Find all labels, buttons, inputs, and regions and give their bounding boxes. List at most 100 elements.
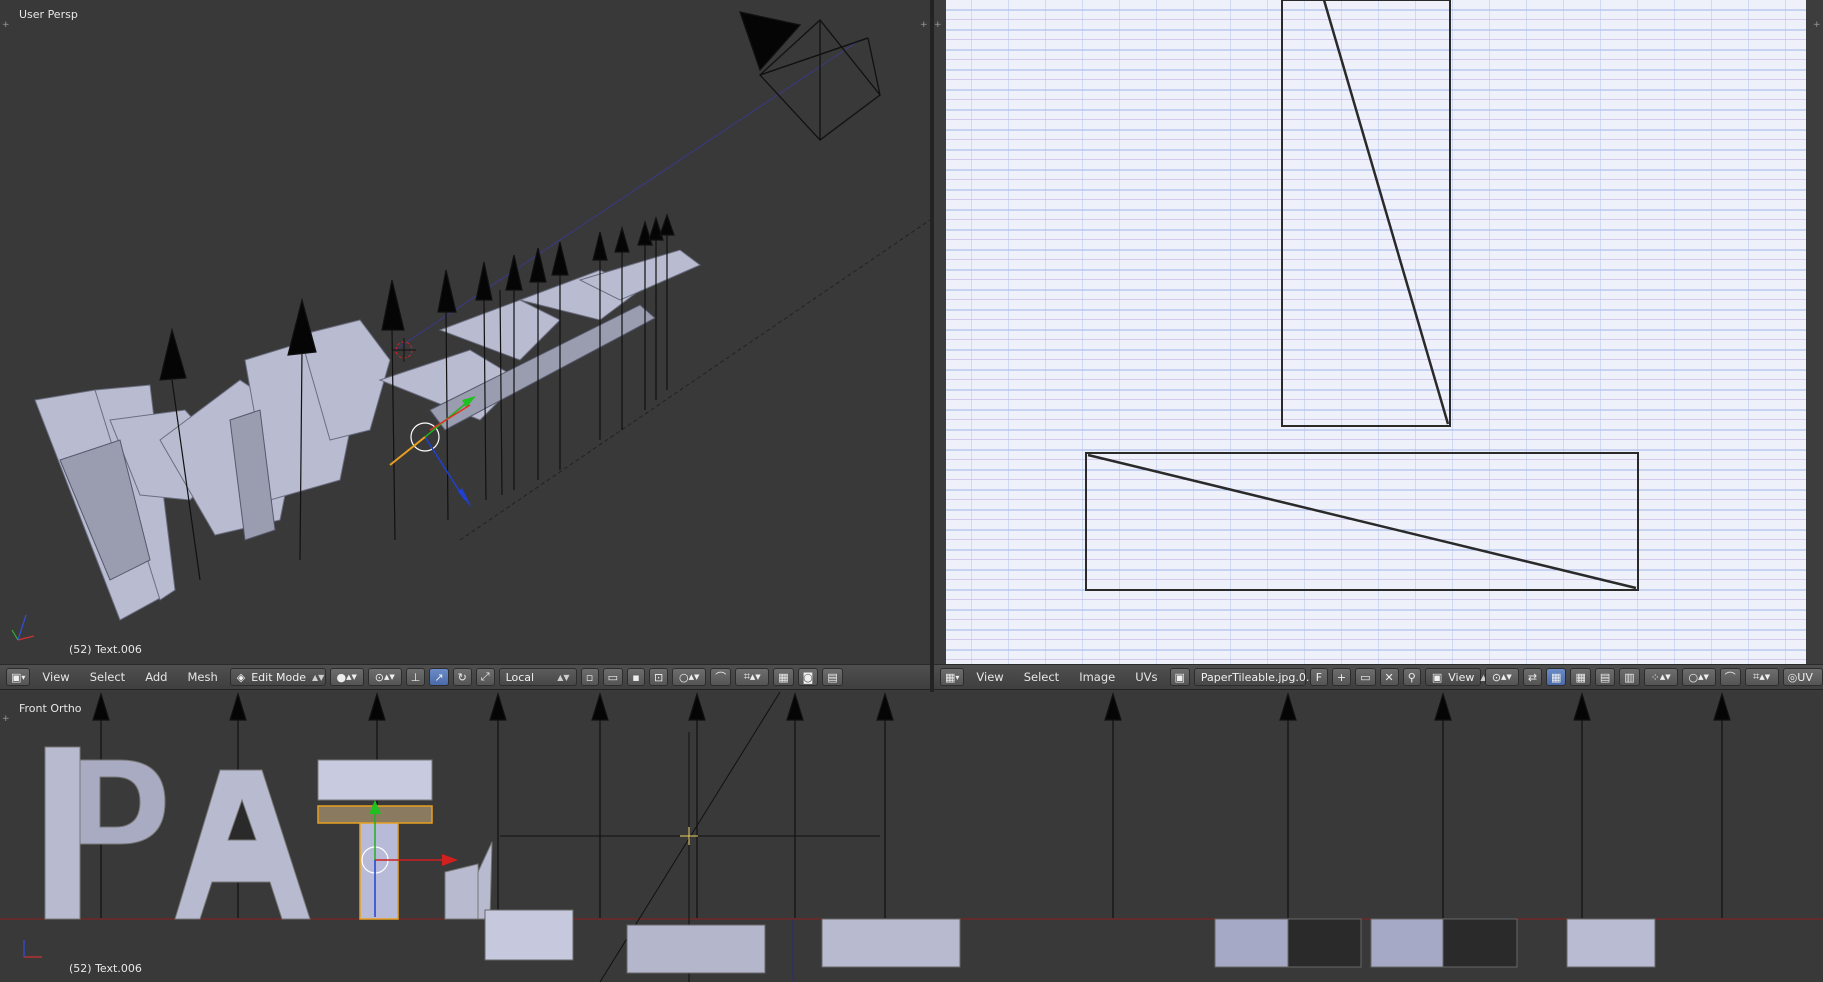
- vertex-icon: ▫: [585, 670, 594, 684]
- menu-view[interactable]: View: [968, 670, 1011, 684]
- layers-icon: ▦: [778, 670, 789, 684]
- uv-icon: ◎: [1787, 670, 1798, 684]
- view-name-label: User Persp: [19, 8, 78, 21]
- island-icon: ▥: [1624, 670, 1635, 684]
- sync-selection-button[interactable]: ⇄: [1522, 668, 1543, 686]
- manipulator-toggle[interactable]: ⊥: [405, 668, 426, 686]
- arrow-icon: ↗: [434, 670, 444, 684]
- mode-selector[interactable]: ◈ Edit Mode ▲▼: [229, 668, 326, 686]
- pivot-point-button[interactable]: ⊙ ▲▼: [1484, 668, 1519, 686]
- text-object-front: [44, 746, 493, 920]
- snap-element-button[interactable]: ⌗ ▲▼: [735, 668, 770, 686]
- fake-user-button[interactable]: F: [1309, 668, 1328, 686]
- circle-icon: ○: [679, 670, 689, 684]
- image-name-field[interactable]: PaperTileable.jpg.0...: [1193, 668, 1316, 686]
- 3d-view-header: ▣ ▾ View Select Add Mesh ◈ Edit Mode ▲▼ ● ▲…: [0, 664, 930, 690]
- menu-mesh[interactable]: Mesh: [179, 670, 225, 684]
- area-split-handle[interactable]: +: [1813, 20, 1821, 30]
- face-select-button[interactable]: ▪: [627, 668, 645, 686]
- rotate-icon: ↻: [457, 670, 467, 684]
- face-icon: ▤: [1599, 670, 1611, 684]
- edge-icon: ▦: [1575, 670, 1586, 684]
- sync-icon: ⇄: [1527, 670, 1538, 684]
- area-split-handle[interactable]: +: [2, 714, 10, 724]
- magnet-icon: ⌒: [715, 671, 727, 684]
- folder-icon: ▭: [1360, 670, 1371, 684]
- area-split-handle[interactable]: +: [920, 20, 928, 30]
- 3d-cursor: [392, 338, 416, 362]
- viewport-shading-button[interactable]: ● ▲▼: [329, 668, 364, 686]
- area-split-handle[interactable]: +: [2, 20, 10, 30]
- open-image-button[interactable]: ▭: [1355, 668, 1376, 686]
- uv-canvas: [934, 0, 1823, 664]
- close-icon: ✕: [1384, 670, 1394, 684]
- proportional-editing-button[interactable]: ○ ▲▼: [1681, 668, 1716, 686]
- axis-icon: ⊥: [410, 670, 421, 684]
- menu-image[interactable]: Image: [1071, 670, 1123, 684]
- rotate-manipulator[interactable]: ↻: [452, 668, 472, 686]
- image-icon: ▣: [1174, 670, 1185, 684]
- menu-select[interactable]: Select: [82, 670, 133, 684]
- face-select-button[interactable]: ▤: [1594, 668, 1616, 686]
- vertex-icon: ▦: [1551, 670, 1562, 684]
- scene-3d-front-ortho: [0, 692, 1823, 982]
- film-icon: ▤: [827, 670, 838, 684]
- unlink-image-button[interactable]: ✕: [1379, 668, 1399, 686]
- view-name-label: Front Ortho: [19, 702, 82, 715]
- cube-icon: ▣: [11, 670, 22, 684]
- proportional-editing-button[interactable]: ○ ▲▼: [672, 668, 707, 686]
- pivot-point-button[interactable]: ⊙ ▲▼: [367, 668, 402, 686]
- axis-widget: [11, 614, 35, 641]
- edge-select-button[interactable]: ▦: [1570, 668, 1591, 686]
- edit-mode-icon: ◈: [236, 670, 246, 684]
- vertex-select-button[interactable]: ▦: [1546, 668, 1567, 686]
- occlude-icon: ⊡: [654, 670, 664, 684]
- sphere-icon: ●: [336, 670, 347, 684]
- scene-3d-perspective: [11, 11, 930, 641]
- view-mode-dropdown[interactable]: ▣View▲▼: [1424, 668, 1493, 686]
- snap-toggle[interactable]: ⌒: [710, 668, 732, 686]
- new-image-button[interactable]: +: [1331, 668, 1352, 686]
- image-editor-icon: ▦: [945, 670, 956, 684]
- scale-icon: ⤢: [480, 670, 490, 683]
- camera-object: [739, 11, 881, 141]
- render-camera-button[interactable]: ◙: [797, 668, 819, 686]
- menu-add[interactable]: Add: [137, 670, 175, 684]
- editor-type-menu[interactable]: ▣ ▾: [6, 668, 31, 686]
- edge-icon: ▭: [607, 670, 618, 684]
- pivot-icon: ⊙: [374, 670, 384, 684]
- 3d-cursor-front: [680, 827, 698, 845]
- plus-icon: +: [1336, 670, 1347, 684]
- uv-image-editor[interactable]: + +: [934, 0, 1823, 664]
- pivot-icon: ⊙: [1491, 670, 1502, 684]
- edge-select-button[interactable]: ▭: [602, 668, 623, 686]
- area-split-handle[interactable]: +: [934, 20, 942, 30]
- menu-uvs[interactable]: UVs: [1127, 670, 1165, 684]
- image-browse-button[interactable]: ▣: [1169, 668, 1190, 686]
- menu-view[interactable]: View: [34, 670, 77, 684]
- menu-select[interactable]: Select: [1016, 670, 1067, 684]
- island-select-button[interactable]: ▥: [1619, 668, 1640, 686]
- render-animation-button[interactable]: ▤: [822, 668, 843, 686]
- 3d-viewport-top[interactable]: User Persp (52) Text.006 + +: [0, 0, 930, 664]
- camera-icon: ◙: [802, 670, 814, 684]
- transform-orientation[interactable]: Local ▲▼: [498, 668, 577, 686]
- active-object-label: (52) Text.006: [69, 643, 142, 656]
- uv-sculpt-button[interactable]: ◎ UV: [1782, 668, 1823, 686]
- 3d-viewport-bottom[interactable]: Front Ortho (52) Text.006 +: [0, 692, 1823, 982]
- pin-image-button[interactable]: ⚲: [1402, 668, 1421, 686]
- translate-manipulator[interactable]: ↗: [429, 668, 449, 686]
- occlude-geometry-button[interactable]: ⊡: [649, 668, 669, 686]
- face-icon: ▪: [632, 670, 640, 684]
- vertex-select-button[interactable]: ▫: [580, 668, 599, 686]
- magnet-icon: ⌒: [1724, 671, 1736, 684]
- snap-element-button[interactable]: ⌗ ▲▼: [1744, 668, 1779, 686]
- layers-button[interactable]: ▦: [773, 668, 794, 686]
- circle-icon: ○: [1688, 670, 1699, 684]
- pin-icon: ⚲: [1407, 670, 1416, 684]
- scale-manipulator[interactable]: ⤢: [475, 668, 495, 686]
- sticky-selection-button[interactable]: ⁘ ▲▼: [1643, 668, 1678, 686]
- editor-type-menu[interactable]: ▦ ▾: [940, 668, 965, 686]
- snap-toggle[interactable]: ⌒: [1719, 668, 1741, 686]
- axis-widget-front: [23, 940, 42, 958]
